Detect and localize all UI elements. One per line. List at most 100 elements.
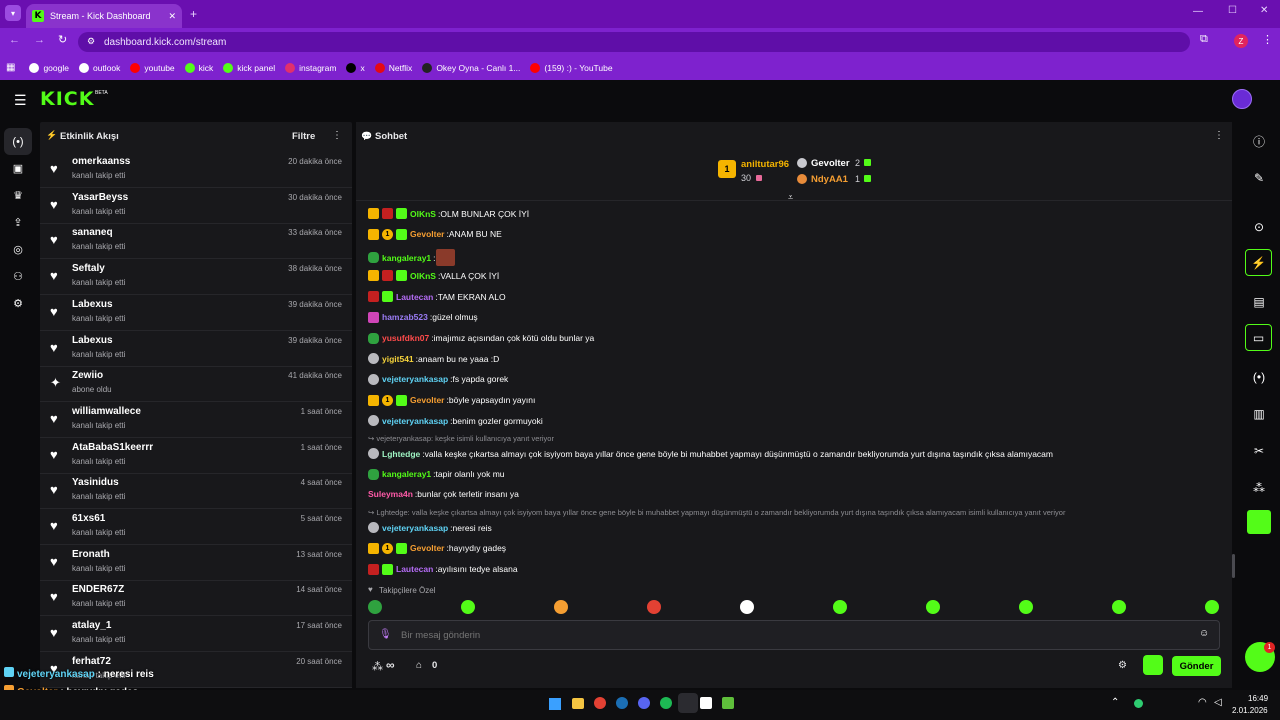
chat-message[interactable]: vejeteryankasap: benim gozler gormuyoki (368, 415, 543, 427)
kick-emote-button[interactable] (1143, 655, 1163, 675)
quick-emote-icon[interactable] (926, 600, 940, 614)
spotify-icon[interactable] (660, 697, 672, 709)
activity-user[interactable]: ferhat72 (72, 656, 111, 667)
first-user[interactable]: aniltutar96 (741, 159, 789, 170)
chat-username[interactable]: Lautecan (396, 564, 433, 574)
analytics-icon[interactable]: ▣ (0, 155, 36, 182)
activity-user[interactable]: williamwallece (72, 406, 141, 417)
second-user[interactable]: Gevolter (811, 158, 850, 169)
kick-taskbar-icon[interactable] (700, 697, 712, 709)
quick-emote-icon[interactable] (647, 600, 661, 614)
site-info-icon[interactable]: ⚙ (87, 36, 95, 47)
quick-emote-icon[interactable] (368, 600, 382, 614)
chat-message[interactable]: yigit541: anaam bu ne yaaa :D (368, 353, 499, 365)
file-explorer-icon[interactable] (572, 698, 584, 709)
activity-user[interactable]: Labexus (72, 335, 113, 346)
extensions-icon[interactable]: ⧉ (1200, 33, 1208, 46)
send-button[interactable]: Gönder (1172, 656, 1221, 676)
back-icon[interactable]: ← (9, 34, 20, 46)
clock-time[interactable]: 16:49 (1248, 694, 1268, 703)
message-input[interactable] (401, 627, 1181, 643)
quick-emote-icon[interactable] (1205, 600, 1219, 614)
activity-user[interactable]: AtaBabaS1keerrr (72, 442, 153, 453)
activity-item[interactable]: ♥ Seftaly kanalı takip etti 38 dakika önce (40, 259, 352, 296)
activity-user[interactable]: Seftaly (72, 263, 105, 274)
chat-message[interactable]: OlKnS: OLM BUNLAR ÇOK İYİ (368, 208, 529, 219)
stream-broadcast-icon[interactable]: (•) (4, 128, 32, 155)
chat-message[interactable]: OlKnS: VALLA ÇOK İYİ (368, 270, 499, 282)
chat-username[interactable]: vejeteryankasap (382, 416, 448, 426)
minimize-button[interactable]: — (1193, 6, 1203, 17)
quick-emote-icon[interactable] (1019, 600, 1033, 614)
chat-username[interactable]: hamzab523 (382, 312, 428, 322)
chat-username[interactable]: Lautecan (396, 292, 433, 302)
chat-username[interactable]: Gevolter (410, 229, 445, 239)
hamburger-menu-icon[interactable]: ☰ (14, 92, 27, 109)
discord-icon[interactable] (638, 697, 650, 709)
chat-message[interactable]: Lghtedge: valla keşke çıkartsa almayı ço… (368, 448, 1053, 459)
chrome-icon[interactable] (594, 697, 606, 709)
chat-message[interactable]: 1 Gevolter: ANAM BU NE (368, 228, 502, 240)
store-icon[interactable]: ⌂ (416, 660, 422, 671)
info-icon[interactable]: ⓘ (1238, 126, 1280, 156)
activity-item[interactable]: ♥ atalay_1 kanalı takip etti 17 saat önce (40, 616, 352, 653)
steam-icon[interactable] (616, 697, 628, 709)
chat-username[interactable]: yusufdkn07 (382, 333, 429, 343)
activity-menu-icon[interactable]: ⋮ (332, 130, 342, 141)
forward-icon[interactable]: → (34, 34, 45, 46)
browser-tab[interactable]: K Stream - Kick Dashboard ✕ (26, 4, 182, 28)
message-input-box[interactable]: 🎙 ☺ (368, 620, 1220, 650)
filter-button[interactable]: Filtre (292, 131, 315, 142)
moderation-icon[interactable]: ◎ (0, 236, 36, 263)
bookmark-item[interactable]: (159) :) - YouTube (530, 62, 613, 73)
chat-message[interactable]: vejeteryankasap: neresi reis (368, 522, 492, 534)
chat-username[interactable]: Suleyma4n (368, 489, 413, 499)
microphone-icon[interactable]: 🎙 (379, 629, 392, 640)
activity-user[interactable]: sananeq (72, 227, 113, 238)
activity-item[interactable]: ✦ Zewiio abone oldu 41 dakika önce (40, 366, 352, 403)
profile-avatar[interactable]: Z (1234, 34, 1248, 48)
minecraft-icon[interactable] (722, 697, 734, 709)
activity-user[interactable]: YasarBeyss (72, 192, 128, 203)
chat-username[interactable]: yigit541 (382, 354, 414, 364)
bookmark-item[interactable]: Okey Oyna - Canlı 1... (422, 62, 520, 73)
activity-user[interactable]: atalay_1 (72, 620, 111, 631)
chat-menu-icon[interactable]: ⋮ (1214, 130, 1224, 141)
chat-username[interactable]: OlKnS (410, 209, 436, 219)
kick-app-icon[interactable] (1247, 510, 1271, 534)
quick-emote-icon[interactable] (554, 600, 568, 614)
quick-emote-icon[interactable] (833, 600, 847, 614)
notes-icon[interactable]: ▤ (1238, 287, 1280, 317)
obs-icon[interactable] (678, 693, 698, 713)
activity-item[interactable]: ♥ AtaBabaS1keerrr kanalı takip etti 1 saat … (40, 438, 352, 474)
bookmark-item[interactable]: google (29, 62, 69, 73)
wifi-icon[interactable]: ◠ (1198, 697, 1207, 708)
trophy-icon[interactable]: ♛ (0, 182, 36, 209)
tray-status-icon[interactable] (1134, 699, 1143, 708)
camera-icon[interactable]: ⊙ (1238, 212, 1280, 242)
quick-emote-icon[interactable] (740, 600, 754, 614)
activity-user[interactable]: Labexus (72, 299, 113, 310)
activity-item[interactable]: ♥ omerkaanss kanalı takip etti 20 dakika ön… (40, 152, 352, 188)
volume-icon[interactable]: ◁ (1214, 697, 1222, 708)
settings-icon[interactable]: ⚙ (0, 290, 36, 317)
reload-icon[interactable]: ↻ (58, 33, 67, 46)
reply-context[interactable]: ↪ Lghtedge: valla keşke çıkartsa almayı … (368, 508, 1065, 517)
activity-user[interactable]: omerkaanss (72, 156, 130, 167)
chat-username[interactable]: Gevolter (410, 395, 445, 405)
tab-menu-button[interactable]: ▾ (5, 5, 21, 21)
chat-username[interactable]: vejeteryankasap (382, 374, 448, 384)
chat-message[interactable]: Suleyma4n: bunlar çok terletir insanı ya (368, 489, 519, 499)
chat-username[interactable]: kangaleray1 (382, 469, 431, 479)
chat-message[interactable]: vejeteryankasap: fs yapda gorek (368, 373, 508, 385)
print-icon[interactable]: ▥ (1238, 399, 1280, 429)
activity-item[interactable]: ♥ Yasinidus kanalı takip etti 4 saat önce (40, 473, 352, 510)
close-tab-icon[interactable]: ✕ (168, 11, 176, 22)
address-field[interactable]: ⚙ dashboard.kick.com/stream (78, 32, 1190, 52)
bookmark-item[interactable]: kick panel (223, 62, 275, 73)
emoji-picker-icon[interactable]: ☺ (1199, 628, 1209, 639)
chat-username[interactable]: Lghtedge (382, 449, 420, 459)
activity-item[interactable]: ♥ williamwallece kanalı takip etti 1 saat ö… (40, 402, 352, 438)
chat-message[interactable]: Lautecan: TAM EKRAN ALO (368, 291, 506, 303)
user-avatar[interactable] (1232, 89, 1252, 109)
